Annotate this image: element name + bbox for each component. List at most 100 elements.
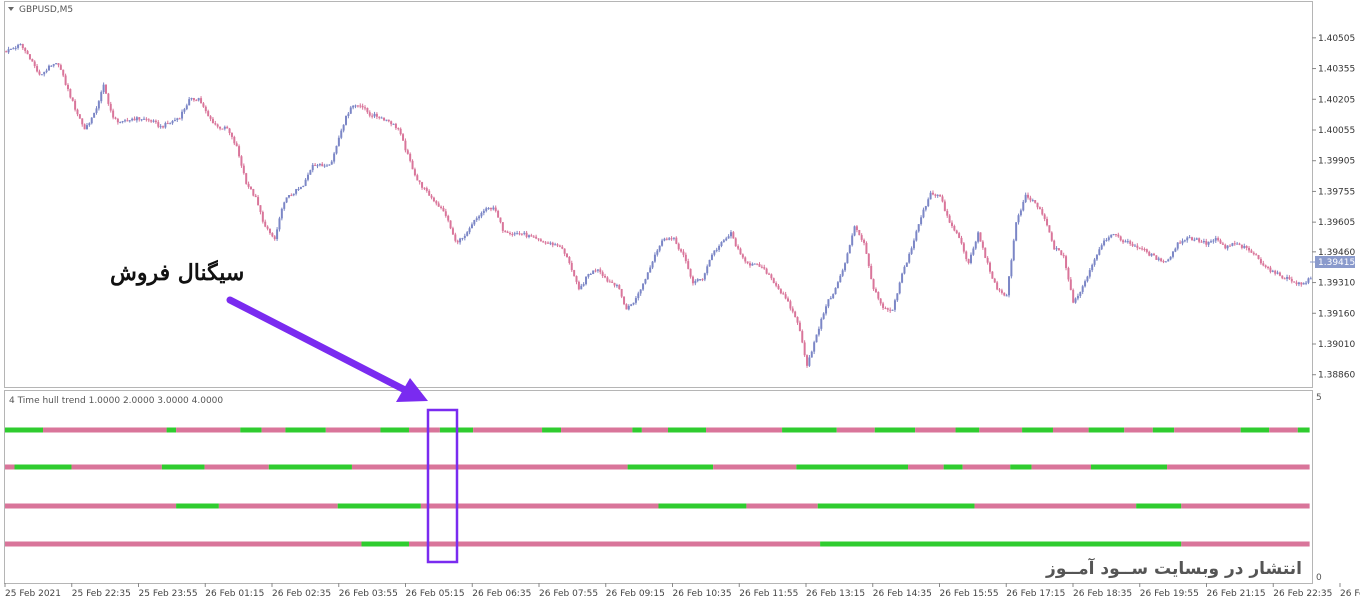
candle-body [639,289,642,294]
candle-body [276,229,279,240]
candle-body [684,254,687,262]
hull-trend-segment [218,503,338,509]
candle-body [630,304,633,306]
candle-body [993,278,996,283]
candle-body [492,207,495,210]
candle-body [834,287,837,295]
candle-body [1238,243,1241,245]
candle-body [905,262,908,267]
candle-body [746,261,749,264]
hull-trend-segment [561,427,633,433]
candle-body [965,251,968,260]
candle-body [960,237,963,244]
time-tick-label: 26 Feb 21:15 [1207,589,1266,599]
candle-body [461,238,464,240]
candle-body [437,203,440,207]
candle-body [1305,282,1308,284]
candle-body [920,217,923,225]
candle-body [803,342,806,356]
candle-body [304,179,307,186]
candle-body [544,242,547,244]
candle-body [986,257,989,263]
candle-body [45,70,48,72]
candle-body [52,64,55,66]
candle-body [1181,240,1184,244]
candle-body [402,134,405,141]
candle-body [1214,238,1217,241]
candle-body [7,49,10,53]
price-tick-label: 1.40355 [1318,65,1355,75]
candle-body [680,249,683,252]
candle-body [323,165,326,167]
candle-body [506,231,509,233]
candle-body [257,197,260,206]
candle-body [314,164,317,166]
hull-trend-segment [176,427,241,433]
candle-body [691,276,694,284]
candle-body [518,233,521,235]
candle-body [1167,259,1170,262]
hull-trend-segment [713,464,797,470]
candle-body [226,126,229,129]
candle-body [1155,255,1158,260]
candle-body [1240,244,1243,248]
candle-body [173,119,176,121]
hull-trend-segment [5,464,15,470]
candle-body [877,292,880,299]
candle-body [5,51,8,53]
hull-trend-segment [176,503,219,509]
candle-body [119,122,122,124]
candle-body [1050,232,1053,241]
candle-body [969,254,972,263]
candle-body [549,242,552,244]
candle-body [1179,242,1182,244]
candle-body [299,186,302,190]
candle-body [347,113,350,117]
candle-body [1152,253,1155,256]
hull-trend-segment [285,427,326,433]
candle-body [1283,278,1286,280]
candle-body [406,150,409,154]
hull-trend-segment [820,541,1182,547]
candle-body [865,242,868,254]
candle-body [316,165,319,167]
candle-body [546,242,549,244]
candle-body [176,118,179,120]
candle-body [1267,267,1270,269]
candle-body [254,195,257,198]
candle-body [979,232,982,242]
hull-trend-segment [746,503,818,509]
candle-body [620,288,623,297]
candle-body [271,233,274,237]
candle-body [637,293,640,299]
hull-trend-segment [782,427,837,433]
candle-body [573,270,576,277]
hull-trend-segment [1167,464,1310,470]
candle-body [580,285,583,290]
candle-body [138,117,141,120]
svg-text:1.39415: 1.39415 [1318,258,1355,268]
hull-trend-segment [361,541,409,547]
candle-body [1233,243,1236,245]
time-tick-label: 25 Feb 22:35 [72,589,131,599]
time-tick-label: 26 Feb 07:55 [539,589,598,599]
candle-body [670,238,673,240]
candle-body [1031,200,1034,202]
candle-body [1198,238,1201,242]
candle-body [801,331,804,343]
hull-trend-segment [351,464,628,470]
mt4-chart[interactable]: GBPUSD,M5 4 Time hull trend 1.0000 2.000… [0,0,1360,604]
candle-body [1038,207,1041,210]
time-tick-label: 26 Feb 17:15 [1006,589,1065,599]
candle-body [154,120,157,123]
candle-body [425,188,428,191]
candle-body [328,164,331,166]
candle-body [197,98,200,101]
candle-body [1055,248,1058,250]
candle-body [478,216,481,219]
candle-body [36,66,39,72]
candle-body [295,189,298,194]
hull-trend-segment [1181,503,1310,509]
hull-trend-segment [836,427,875,433]
price-tick-label: 1.39905 [1318,157,1355,167]
